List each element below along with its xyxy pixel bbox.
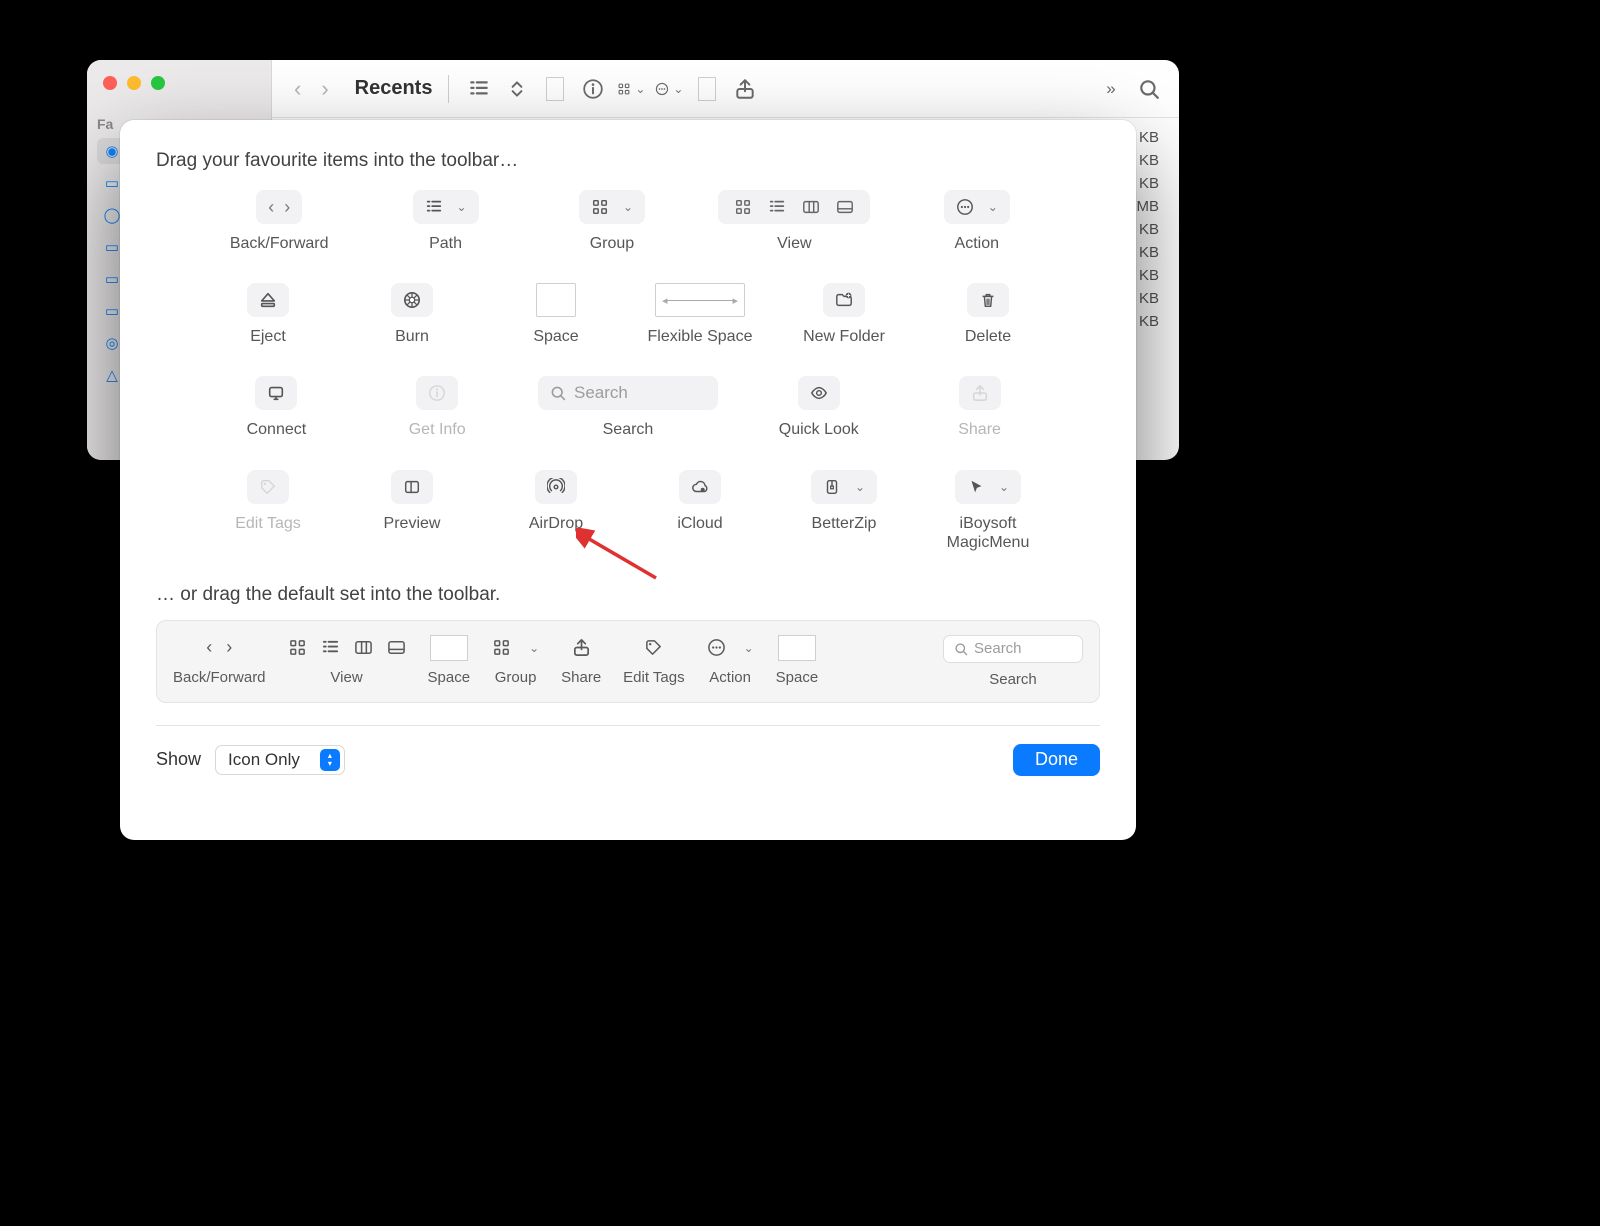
zoom-window-icon[interactable] [151, 76, 165, 90]
palette-airdrop[interactable]: AirDrop [496, 470, 616, 552]
space-icon [430, 635, 468, 661]
palette-betterzip[interactable]: ⌄ BetterZip [784, 470, 904, 552]
show-label: Show [156, 749, 201, 770]
palette-action[interactable]: ⌄ Action [917, 190, 1037, 253]
space-icon [541, 75, 569, 103]
toolbar-back-forward[interactable]: ‹ › [288, 76, 335, 102]
updown-icon[interactable]: ▴▾ [320, 749, 340, 771]
finder-toolbar: ‹ › Recents ⌄ ⌄ » [272, 60, 1179, 118]
chevron-right-icon[interactable]: › [321, 76, 328, 102]
default-space[interactable]: Space [428, 635, 471, 686]
column-view-icon [794, 198, 828, 216]
window-traffic-lights[interactable] [103, 76, 165, 90]
list-view-icon[interactable] [465, 75, 493, 103]
default-space[interactable]: Space [776, 635, 819, 686]
flexible-space-icon: ◂▸ [655, 283, 745, 317]
default-action[interactable]: ⌄ Action [707, 635, 754, 686]
palette-icloud[interactable]: iCloud [640, 470, 760, 552]
palette-new-folder[interactable]: New Folder [784, 283, 904, 346]
palette-iboysoft-magicmenu[interactable]: ⌄ iBoysoft MagicMenu [928, 470, 1048, 552]
palette-edit-tags[interactable]: Edit Tags [208, 470, 328, 552]
sheet-heading: Drag your favourite items into the toolb… [156, 150, 1100, 172]
search-icon[interactable] [1135, 75, 1163, 103]
palette-view[interactable]: View [718, 190, 870, 253]
space-icon [536, 283, 576, 317]
customize-toolbar-sheet: Drag your favourite items into the toolb… [120, 120, 1136, 840]
done-button[interactable]: Done [1013, 744, 1100, 776]
default-group[interactable]: ⌄ Group [492, 635, 539, 686]
default-view[interactable]: View [288, 635, 406, 686]
palette-connect[interactable]: Connect [216, 376, 336, 439]
close-window-icon[interactable] [103, 76, 117, 90]
sheet-subheading: … or drag the default set into the toolb… [156, 584, 1100, 606]
list-view-icon [760, 198, 794, 216]
palette-group[interactable]: ⌄ Group [552, 190, 672, 253]
default-share[interactable]: Share [561, 635, 601, 686]
info-icon[interactable] [579, 75, 607, 103]
sheet-footer: Show Icon Only ▴▾ Done [156, 725, 1100, 776]
palette-quick-look[interactable]: Quick Look [759, 376, 879, 439]
icon-view-icon [726, 198, 760, 216]
group-icon[interactable]: ⌄ [617, 75, 645, 103]
share-icon[interactable] [731, 75, 759, 103]
overflow-icon[interactable]: » [1097, 75, 1125, 103]
space-icon [778, 635, 816, 661]
default-back-forward[interactable]: ‹› Back/Forward [173, 635, 266, 686]
palette-path[interactable]: ⌄ Path [386, 190, 506, 253]
minimize-window-icon[interactable] [127, 76, 141, 90]
chevron-left-icon[interactable]: ‹ [294, 76, 301, 102]
default-edit-tags[interactable]: Edit Tags [623, 635, 684, 686]
gallery-view-icon [828, 198, 862, 216]
palette-search[interactable]: Search Search [538, 376, 718, 439]
palette-burn[interactable]: Burn [352, 283, 472, 346]
default-toolbar-set[interactable]: ‹› Back/Forward View Space ⌄ Group Share [156, 620, 1100, 703]
space-icon [693, 75, 721, 103]
palette-delete[interactable]: Delete [928, 283, 1048, 346]
window-title: Recents [355, 77, 433, 100]
palette-space[interactable]: Space [496, 283, 616, 346]
updown-icon[interactable] [503, 75, 531, 103]
search-field[interactable]: Search [538, 376, 718, 410]
show-select[interactable]: Icon Only ▴▾ [215, 745, 345, 775]
palette-eject[interactable]: Eject [208, 283, 328, 346]
palette-share[interactable]: Share [920, 376, 1040, 439]
action-icon[interactable]: ⌄ [655, 75, 683, 103]
palette-flexible-space[interactable]: ◂▸ Flexible Space [640, 283, 760, 346]
palette-preview[interactable]: Preview [352, 470, 472, 552]
palette-get-info[interactable]: Get Info [377, 376, 497, 439]
palette-back-forward[interactable]: ‹› Back/Forward [219, 190, 339, 253]
default-search[interactable]: Search Search [943, 635, 1083, 688]
